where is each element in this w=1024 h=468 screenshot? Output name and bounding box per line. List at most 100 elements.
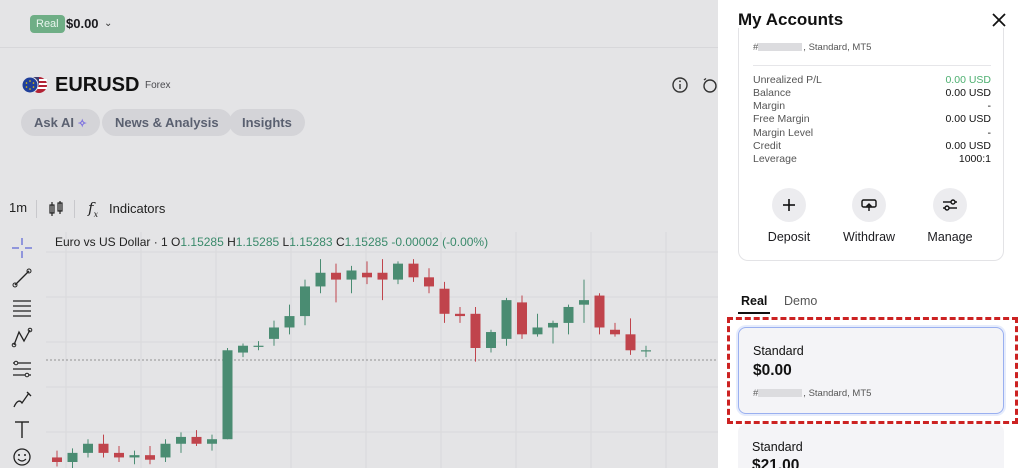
legend-open-key: O [171, 235, 181, 249]
candle-body [470, 313, 481, 348]
candle-body [176, 436, 186, 444]
candle-body [52, 457, 62, 462]
candle-body [610, 329, 620, 335]
candle-body [362, 272, 372, 278]
chart-legend-name: Euro vs US Dollar · 1 [55, 235, 168, 249]
candle-body [67, 452, 78, 462]
timeframe-button[interactable]: 1m [9, 200, 27, 215]
ask-ai-button[interactable]: Ask AI ✧ [21, 109, 100, 136]
horizontal-lines-icon[interactable] [11, 296, 33, 318]
legend-close: 1.15285 [344, 235, 389, 249]
chart-toolbar [0, 196, 718, 222]
account-type: Standard [752, 440, 803, 454]
candle-body [222, 350, 233, 440]
toolbar-divider [36, 200, 37, 218]
price-chart[interactable] [46, 232, 718, 468]
candle-body [160, 443, 171, 458]
eurusd-flag-icon [21, 76, 47, 94]
manage-button[interactable]: Manage [918, 188, 982, 244]
tab-demo[interactable]: Demo [784, 294, 817, 308]
candle-body [98, 443, 109, 453]
candle-body [393, 263, 403, 280]
pattern-icon[interactable] [11, 327, 33, 349]
metric-label: Balance [753, 87, 791, 99]
metric-label: Margin Level [753, 127, 814, 139]
alarm-icon[interactable] [701, 76, 718, 94]
text-tool-icon[interactable] [11, 418, 33, 440]
account-id-suffix: , Standard, MT5 [803, 388, 872, 399]
metric-label: Unrealized P/L [753, 74, 822, 86]
legend-change: -0.00002 (-0.00%) [391, 235, 489, 249]
candle-body [346, 270, 357, 280]
deposit-label: Deposit [767, 230, 811, 244]
metric-label: Margin [753, 100, 786, 112]
metric-label: Leverage [753, 153, 797, 165]
account-balance[interactable]: $0.00 [66, 15, 99, 33]
candle-body [563, 306, 574, 323]
crosshair-icon[interactable] [11, 237, 33, 259]
my-accounts-panel: My Accounts #, Standard, MT5 Unrealized … [718, 0, 1024, 468]
account-card-balance: $0.00 [753, 362, 792, 379]
legend-high: 1.15285 [235, 235, 280, 249]
metric-value: 0.00 USD [945, 140, 991, 152]
indicators-button[interactable]: Indicators [109, 201, 165, 216]
account-details-card: #, Standard, MT5 Unrealized P/L 0.00 USD… [738, 28, 1004, 261]
plus-icon [772, 188, 806, 222]
close-icon[interactable] [990, 11, 1008, 29]
candle-body [238, 345, 248, 353]
candle-body [145, 455, 155, 460]
candle-body [191, 436, 202, 444]
legend-open: 1.15285 [180, 235, 224, 249]
candle-body [517, 302, 527, 335]
account-card-selected[interactable]: Standard $0.00 #, Standard, MT5 [738, 327, 1004, 414]
deposit-button[interactable]: Deposit [757, 188, 821, 244]
candle-type-icon[interactable] [48, 200, 64, 218]
instrument-type: Forex [145, 80, 171, 91]
metric-label: Free Margin [753, 113, 810, 125]
candle-body [129, 455, 140, 458]
chart-legend: Euro vs US Dollar · 1 O1.15285 H1.15285 … [55, 235, 488, 249]
withdraw-icon [852, 188, 886, 222]
chevron-down-icon[interactable]: ⌄ [104, 15, 112, 33]
divider [753, 65, 991, 66]
emoji-icon[interactable] [11, 446, 33, 468]
candle-body [114, 452, 124, 458]
account-id: #, Standard, MT5 [753, 388, 872, 399]
function-icon[interactable]: fx [88, 199, 98, 219]
fib-icon[interactable] [11, 358, 33, 380]
legend-low: 1.15283 [289, 235, 333, 249]
trend-line-icon[interactable] [11, 267, 33, 289]
candle-body [532, 327, 543, 335]
candle-body [424, 277, 434, 287]
candle-body [579, 300, 589, 305]
withdraw-button[interactable]: Withdraw [837, 188, 901, 244]
candle-body [331, 272, 341, 280]
candle-body [253, 345, 264, 347]
account-id: #, Standard, MT5 [753, 42, 872, 53]
masked-account-number [758, 43, 803, 52]
account-mode-badge[interactable]: Real [30, 15, 65, 33]
candle-body [207, 439, 217, 444]
brush-icon[interactable] [11, 388, 33, 410]
manage-label: Manage [927, 230, 973, 244]
candle-body [486, 332, 496, 348]
candle-body [439, 288, 450, 314]
toolbar-divider [74, 200, 75, 218]
masked-account-number [758, 389, 803, 398]
candle-body [408, 263, 419, 278]
sparkle-icon: ✧ [77, 118, 87, 130]
candles [52, 259, 651, 468]
tab-real[interactable]: Real [741, 294, 767, 308]
news-analysis-button[interactable]: News & Analysis [102, 109, 232, 136]
metric-value: - [987, 100, 992, 112]
metric-value: 0.00 USD [945, 87, 991, 99]
candle-body [284, 316, 295, 328]
account-card-balance: $21.00 [752, 457, 800, 468]
info-icon[interactable] [671, 76, 689, 94]
legend-high-key: H [227, 235, 236, 249]
candle-body [83, 443, 93, 453]
insights-button[interactable]: Insights [229, 109, 305, 136]
account-card[interactable]: Standard $21.00 [738, 424, 1004, 468]
sliders-icon [933, 188, 967, 222]
active-tab-underline [738, 312, 770, 314]
